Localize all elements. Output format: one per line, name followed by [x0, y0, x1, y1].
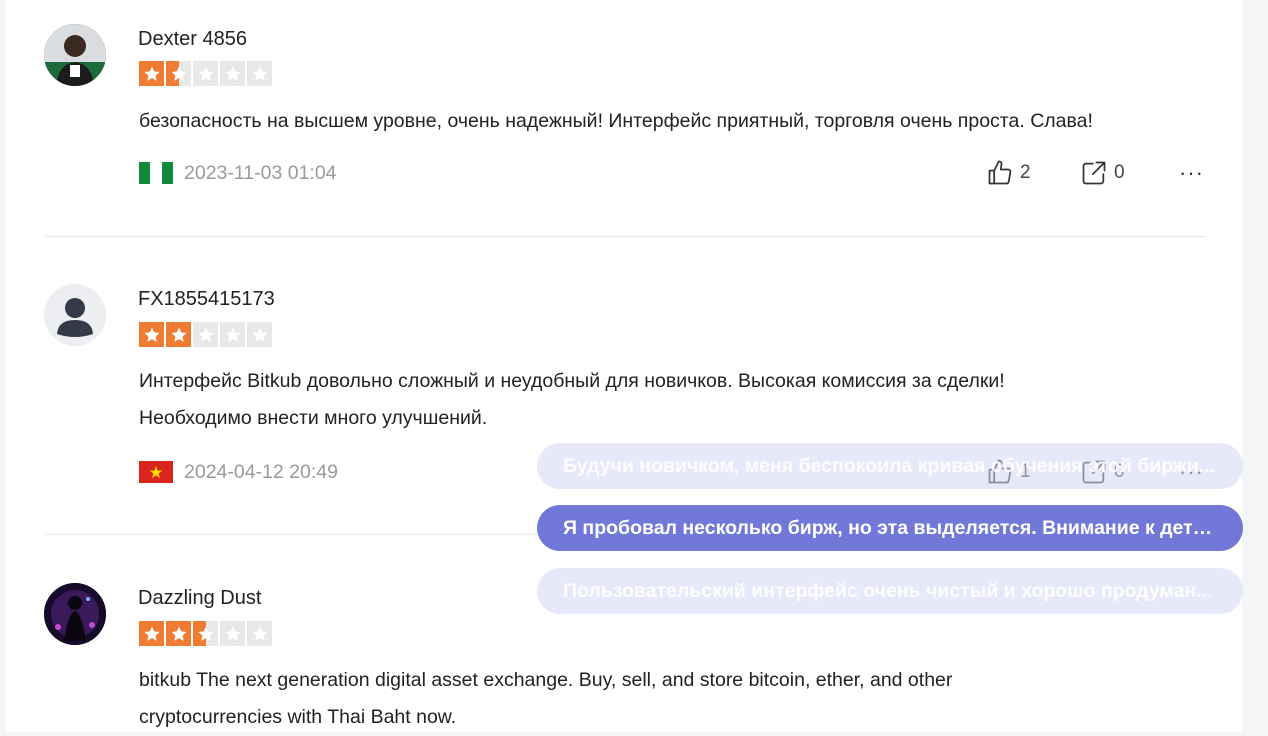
suggestion-chip[interactable]: Пользовательский интерфейс очень чистый … [537, 568, 1243, 614]
share-icon [1082, 161, 1106, 185]
rating-stars [139, 61, 272, 86]
review-text: безопасность на высшем уровне, очень над… [139, 110, 1093, 132]
review-text: bitkub The next generation digital asset… [139, 662, 1219, 736]
star-half-icon [193, 621, 218, 646]
review-text-line: Интерфейс Bitkub довольно сложный и неуд… [139, 370, 1005, 392]
review-text-line: cryptocurrencies with Thai Baht now. [139, 706, 457, 728]
review-divider [44, 236, 1205, 237]
review-date: 2023-11-03 01:04 [184, 162, 337, 184]
suggestion-chip-active[interactable]: Я пробовал несколько бирж, но эта выделя… [537, 505, 1243, 551]
vietnam-flag-icon [139, 461, 173, 483]
review-text-line: Необходимо внести много улучшений. [139, 407, 488, 429]
avatar-image [44, 583, 106, 645]
review-username[interactable]: FX1855415173 [138, 288, 275, 311]
suggestion-text: Я пробовал несколько бирж, но эта выделя… [563, 516, 1217, 539]
star-icon [166, 621, 191, 646]
rating-stars [139, 322, 272, 347]
like-count: 2 [1020, 162, 1031, 183]
star-empty-icon [247, 621, 272, 646]
avatar-image [44, 24, 106, 86]
share-count: 0 [1114, 162, 1125, 183]
suggestion-chip[interactable]: Будучи новичком, меня беспокоила кривая … [537, 443, 1243, 489]
rating-stars [139, 621, 272, 646]
star-icon [139, 61, 164, 86]
default-user-icon [44, 284, 106, 346]
star-empty-icon [220, 621, 245, 646]
review-username[interactable]: Dexter 4856 [138, 28, 247, 51]
thumbs-up-icon [988, 160, 1012, 185]
suggestion-text: Пользовательский интерфейс очень чистый … [563, 579, 1213, 602]
star-half-icon [166, 61, 191, 86]
nigeria-flag-icon [139, 162, 173, 184]
share-button[interactable]: 0 [1080, 159, 1125, 187]
review-text-line: bitkub The next generation digital asset… [139, 669, 953, 691]
star-empty-icon [193, 322, 218, 347]
star-empty-icon [247, 322, 272, 347]
star-icon [166, 322, 191, 347]
review-username[interactable]: Dazzling Dust [138, 587, 261, 610]
reviews-panel: Dexter 4856 безопасность на высшем уровн… [6, 0, 1242, 732]
user-avatar[interactable] [44, 284, 106, 346]
review-date: 2024-04-12 20:49 [184, 461, 338, 483]
suggestion-text: Будучи новичком, меня беспокоила кривая … [563, 454, 1215, 477]
user-avatar[interactable] [44, 24, 106, 86]
review-text: Интерфейс Bitkub довольно сложный и неуд… [139, 363, 1219, 437]
star-icon [139, 322, 164, 347]
star-empty-icon [193, 61, 218, 86]
star-empty-icon [220, 61, 245, 86]
star-empty-icon [247, 61, 272, 86]
like-button[interactable]: 2 [986, 159, 1031, 187]
more-options-button[interactable]: ··· [1179, 160, 1204, 186]
star-empty-icon [220, 322, 245, 347]
user-avatar[interactable] [44, 583, 106, 645]
star-icon [139, 621, 164, 646]
